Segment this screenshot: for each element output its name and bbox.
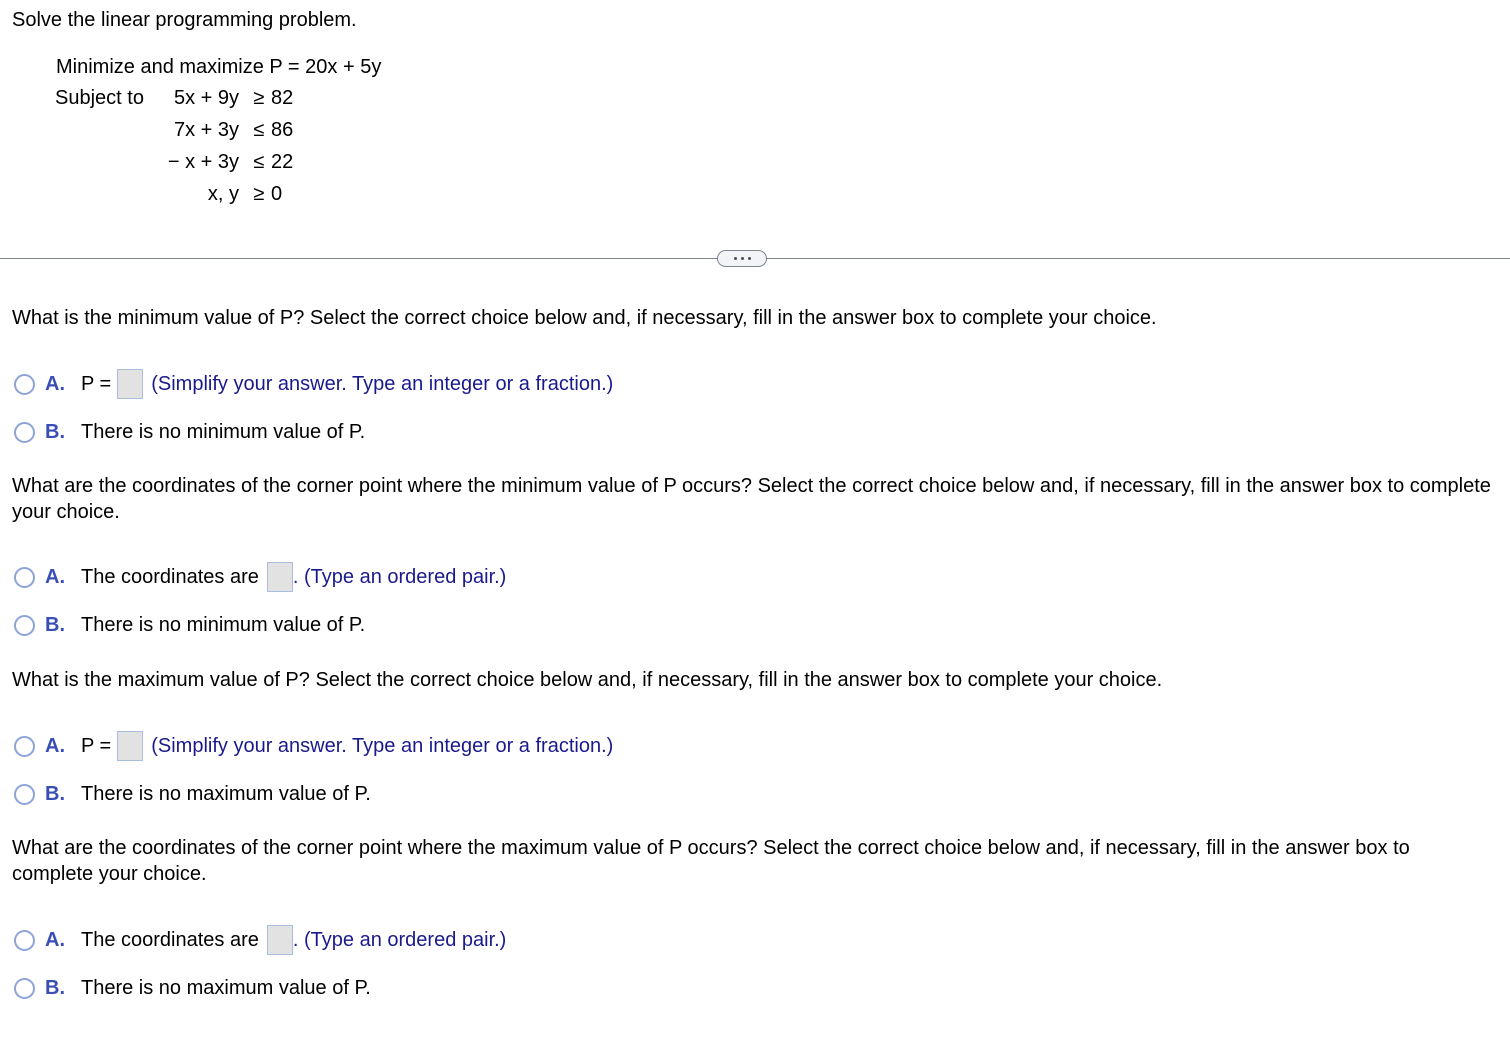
choice-prefix: P =	[81, 734, 112, 757]
constraint-rhs: 0	[271, 183, 283, 205]
question-prompt: What are the coordinates of the corner p…	[12, 837, 1410, 885]
choice-text: There is no maximum value of P.	[81, 976, 371, 999]
problem-intro: Solve the linear programming problem.	[12, 9, 357, 31]
constraint-rhs: 82	[271, 87, 294, 109]
radio-button[interactable]	[14, 566, 35, 588]
radio-button[interactable]	[14, 373, 35, 395]
more-button[interactable]	[717, 250, 767, 267]
choice-hint: (Simplify your answer. Type an integer o…	[151, 734, 614, 757]
radio-button[interactable]	[14, 614, 35, 636]
choice-letter: A.	[45, 734, 65, 757]
constraint-relation: ≤	[253, 151, 265, 173]
choice-letter: B.	[45, 976, 65, 999]
constraint: − x + 3y ≤ 22	[0, 151, 400, 177]
objective-function: Minimize and maximize P = 20x + 5y	[56, 56, 382, 78]
constraint: x, y ≥ 0	[0, 183, 400, 209]
choice-text: There is no maximum value of P.	[81, 782, 371, 805]
choice-hint: . (Type an ordered pair.)	[292, 928, 507, 951]
choice-b[interactable]: B. There is no minimum value of P.	[14, 418, 365, 446]
choice-hint: . (Type an ordered pair.)	[292, 565, 507, 588]
radio-button[interactable]	[14, 421, 35, 443]
answer-input[interactable]	[266, 925, 293, 955]
choice-b[interactable]: B. There is no maximum value of P.	[14, 780, 371, 808]
constraint-rhs: 22	[271, 151, 294, 173]
choice-a[interactable]: A. The coordinates are . (Type an ordere…	[14, 562, 507, 592]
choice-letter: A.	[45, 372, 65, 395]
choice-prefix: The coordinates are	[81, 565, 259, 588]
choice-prefix: The coordinates are	[81, 928, 259, 951]
choice-letter: B.	[45, 782, 65, 805]
choice-letter: A.	[45, 928, 65, 951]
constraint-lhs: − x + 3y	[167, 151, 239, 173]
constraint: 5x + 9y ≥ 82	[0, 87, 400, 113]
constraint: 7x + 3y ≤ 86	[0, 119, 400, 145]
radio-button[interactable]	[14, 735, 35, 757]
choice-text: There is no minimum value of P.	[81, 613, 366, 636]
radio-button[interactable]	[14, 783, 35, 805]
constraint-rhs: 86	[271, 119, 294, 141]
constraint-lhs: 5x + 9y	[173, 87, 239, 109]
ellipsis-icon	[740, 257, 744, 260]
answer-input[interactable]	[117, 369, 144, 399]
constraint-lhs: x, y	[207, 183, 239, 205]
constraint-lhs: 7x + 3y	[173, 119, 239, 141]
question-prompt: What is the maximum value of P? Select t…	[12, 669, 1163, 691]
choice-b[interactable]: B. There is no minimum value of P.	[14, 611, 365, 639]
constraint-relation: ≤	[253, 119, 265, 141]
choice-letter: A.	[45, 565, 65, 588]
answer-input[interactable]	[266, 562, 293, 592]
answer-input[interactable]	[117, 731, 144, 761]
choice-letter: B.	[45, 420, 65, 443]
choice-a[interactable]: A. The coordinates are . (Type an ordere…	[14, 925, 507, 955]
choice-text: There is no minimum value of P.	[81, 420, 366, 443]
radio-button[interactable]	[14, 929, 35, 951]
radio-button[interactable]	[14, 977, 35, 999]
ellipsis-icon	[747, 257, 751, 260]
constraint-relation: ≥	[253, 183, 265, 205]
choice-a[interactable]: A. P = (Simplify your answer. Type an in…	[14, 731, 614, 761]
choice-hint: (Simplify your answer. Type an integer o…	[151, 372, 614, 395]
question-prompt: What are the coordinates of the corner p…	[12, 475, 1491, 523]
question-prompt: What is the minimum value of P? Select t…	[12, 307, 1157, 329]
choice-prefix: P =	[81, 372, 112, 395]
constraint-relation: ≥	[253, 87, 265, 109]
choice-letter: B.	[45, 613, 65, 636]
ellipsis-icon	[733, 257, 737, 260]
choice-b[interactable]: B. There is no maximum value of P.	[14, 974, 371, 1002]
choice-a[interactable]: A. P = (Simplify your answer. Type an in…	[14, 369, 614, 399]
